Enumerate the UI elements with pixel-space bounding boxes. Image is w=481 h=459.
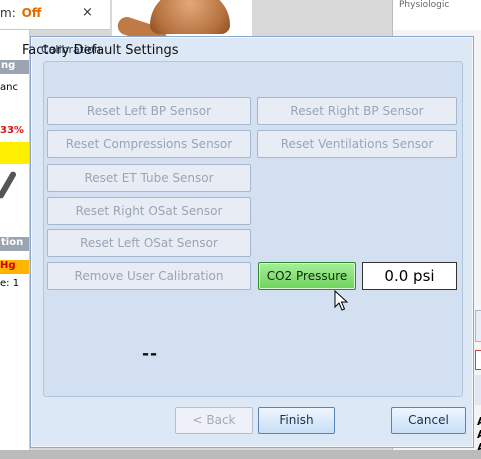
left-strip-yellow-bar xyxy=(0,142,29,164)
cancel-button[interactable]: Cancel xyxy=(391,407,466,434)
right-top-label: Physiologic xyxy=(399,0,450,10)
background-left-strip: ng anc 33% tion Hg e: 1 xyxy=(0,30,30,459)
background-bottom-bar xyxy=(0,450,481,459)
patient-figure-image xyxy=(112,0,252,38)
left-strip-value: e: 1 xyxy=(0,278,20,289)
reset-left-bp-button[interactable]: Reset Left BP Sensor xyxy=(47,97,251,125)
right-panel-button[interactable] xyxy=(475,310,481,342)
reset-ventilations-button[interactable]: Reset Ventilations Sensor xyxy=(257,130,457,158)
close-icon[interactable]: × xyxy=(82,5,93,20)
remove-user-calibration-button[interactable]: Remove User Calibration xyxy=(47,262,251,290)
reset-et-tube-button[interactable]: Reset ET Tube Sensor xyxy=(47,164,251,192)
left-strip-text: anc xyxy=(0,82,18,93)
right-panel-bar xyxy=(475,375,481,405)
background-right-top-panel: Physiologic xyxy=(392,0,481,30)
right-panel-indicator xyxy=(475,350,481,370)
left-strip-percent: 33% xyxy=(0,125,24,136)
left-strip-section: tion xyxy=(0,237,29,251)
co2-pressure-readout: 0.0 psi xyxy=(362,262,457,290)
left-strip-header: ng xyxy=(0,60,29,74)
status-text: -- xyxy=(142,344,159,364)
co2-pressure-button[interactable]: CO2 Pressure xyxy=(258,262,356,290)
background-top-left-panel: m: Off × xyxy=(0,0,110,30)
factory-default-settings-title: Factory Default Settings xyxy=(22,43,179,58)
left-strip-graphic xyxy=(0,170,18,200)
reset-right-bp-button[interactable]: Reset Right BP Sensor xyxy=(257,97,457,125)
reset-compressions-button[interactable]: Reset Compressions Sensor xyxy=(47,130,251,158)
mouse-cursor-icon xyxy=(334,290,349,311)
mode-label: m: xyxy=(0,6,16,20)
left-strip-hg: Hg xyxy=(0,260,29,274)
finish-button[interactable]: Finish xyxy=(258,407,335,434)
right-panel-letters: A A A xyxy=(477,415,481,454)
mode-value: Off xyxy=(21,6,42,20)
mode-tab[interactable]: m: Off × xyxy=(0,5,93,20)
back-button[interactable]: < Back xyxy=(175,407,253,434)
reset-left-osat-button[interactable]: Reset Left OSat Sensor xyxy=(47,229,251,257)
reset-right-osat-button[interactable]: Reset Right OSat Sensor xyxy=(47,197,251,225)
